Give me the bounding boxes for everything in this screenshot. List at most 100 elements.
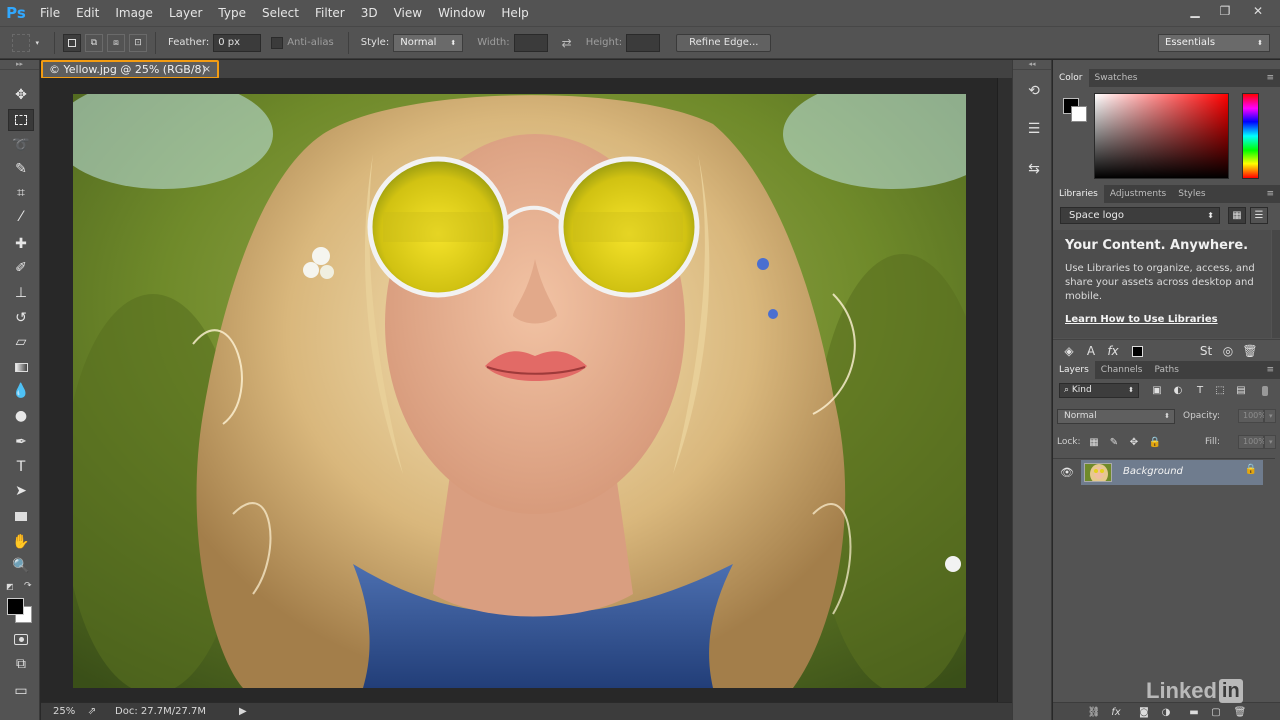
clone-stamp-tool-icon[interactable]: ⊥ xyxy=(8,282,34,304)
background-color-swatch[interactable] xyxy=(1071,106,1087,122)
artboard-icon[interactable]: ▭ xyxy=(8,680,34,702)
menu-file[interactable]: File xyxy=(32,0,68,26)
document-tab[interactable]: © Yellow.jpg @ 25% (RGB/8) × xyxy=(41,60,219,79)
intersect-selection-button[interactable]: ⊡ xyxy=(129,33,147,52)
fill-dropdown-icon[interactable]: ▾ xyxy=(1264,435,1276,449)
color-picker-field[interactable] xyxy=(1094,93,1229,179)
feather-input[interactable]: 0 px xyxy=(213,33,262,52)
pen-tool-icon[interactable]: ✒ xyxy=(8,431,34,453)
visibility-eye-icon[interactable]: 👁 xyxy=(1059,464,1075,480)
layer-selected[interactable]: Background 🔒 xyxy=(1081,460,1263,485)
grid-view-icon[interactable]: ▦ xyxy=(1228,207,1246,224)
default-colors-icon[interactable]: ◩ xyxy=(6,582,14,591)
opacity-input[interactable]: 100% xyxy=(1238,409,1266,423)
layer-style-icon[interactable]: fx xyxy=(1109,705,1123,719)
lock-transparent-icon[interactable]: ▦ xyxy=(1087,435,1101,449)
menu-3d[interactable]: 3D xyxy=(353,0,386,26)
list-view-icon[interactable]: ☰ xyxy=(1250,207,1268,224)
eyedropper-tool-icon[interactable]: ⁄ xyxy=(8,206,34,228)
opacity-dropdown-icon[interactable]: ▾ xyxy=(1264,409,1276,423)
swap-dimensions-icon[interactable]: ⇄ xyxy=(562,36,572,50)
new-selection-button[interactable] xyxy=(63,33,81,52)
lock-position-icon[interactable]: ✥ xyxy=(1127,435,1141,449)
learn-libraries-link[interactable]: Learn How to Use Libraries xyxy=(1065,314,1218,325)
antialias-checkbox[interactable] xyxy=(271,36,284,49)
dodge-tool-icon[interactable]: ● xyxy=(8,405,34,427)
foreground-color-swatch[interactable] xyxy=(7,598,24,615)
adjustment-filter-icon[interactable]: ◐ xyxy=(1171,383,1185,398)
new-layer-icon[interactable]: ▢ xyxy=(1209,705,1223,719)
panel-grip[interactable]: ◂◂ xyxy=(1013,60,1051,70)
filter-toggle-icon[interactable] xyxy=(1258,383,1272,398)
gradient-tool-icon[interactable] xyxy=(8,356,34,378)
add-mask-icon[interactable]: ◙ xyxy=(1137,705,1151,719)
brush-tool-icon[interactable]: ✐ xyxy=(8,257,34,279)
move-tool-icon[interactable]: ✥ xyxy=(8,84,34,106)
delete-layer-icon[interactable]: 🗑 xyxy=(1233,705,1247,719)
panel-menu-icon[interactable]: ≡ xyxy=(1266,361,1274,379)
tab-styles[interactable]: Styles xyxy=(1172,185,1211,203)
add-graphic-icon[interactable]: ◈ xyxy=(1061,343,1077,359)
menu-window[interactable]: Window xyxy=(430,0,493,26)
type-tool-icon[interactable]: T xyxy=(8,456,34,478)
hue-slider[interactable] xyxy=(1242,93,1259,179)
properties-panel-icon[interactable]: ☰ xyxy=(1023,118,1045,140)
tab-color[interactable]: Color xyxy=(1053,69,1089,87)
type-filter-icon[interactable]: T xyxy=(1193,383,1207,398)
menu-filter[interactable]: Filter xyxy=(307,0,353,26)
blend-mode-select[interactable]: Normal ⬍ xyxy=(1057,409,1175,424)
tab-libraries[interactable]: Libraries xyxy=(1053,185,1104,203)
pixel-filter-icon[interactable]: ▣ xyxy=(1150,383,1164,398)
tab-layers[interactable]: Layers xyxy=(1053,361,1095,379)
add-character-style-icon[interactable]: A xyxy=(1083,343,1099,359)
add-color-icon[interactable] xyxy=(1129,343,1145,359)
subtract-from-selection-button[interactable]: ⧈ xyxy=(107,33,125,52)
tab-paths[interactable]: Paths xyxy=(1148,361,1184,379)
share-icon[interactable]: ⇗ xyxy=(81,706,103,717)
tab-swatches[interactable]: Swatches xyxy=(1089,69,1144,87)
stock-icon[interactable]: St xyxy=(1198,343,1214,359)
menu-type[interactable]: Type xyxy=(210,0,254,26)
panel-grip[interactable]: ▸▸ xyxy=(0,60,39,70)
path-selection-tool-icon[interactable]: ➤ xyxy=(8,480,34,502)
blur-tool-icon[interactable]: 💧 xyxy=(8,380,34,402)
refine-edge-button[interactable]: Refine Edge... xyxy=(676,33,772,52)
height-input[interactable] xyxy=(626,33,661,52)
tab-adjustments[interactable]: Adjustments xyxy=(1104,185,1172,203)
fill-input[interactable]: 100% xyxy=(1238,435,1266,449)
zoom-level[interactable]: 25% xyxy=(41,706,81,717)
menu-view[interactable]: View xyxy=(386,0,430,26)
panel-menu-icon[interactable]: ≡ xyxy=(1266,185,1274,203)
new-group-icon[interactable]: ▬ xyxy=(1187,705,1201,719)
smart-object-filter-icon[interactable]: ▤ xyxy=(1234,383,1248,398)
canvas-image[interactable] xyxy=(73,94,966,688)
swap-colors-icon[interactable]: ↷ xyxy=(24,581,32,591)
marquee-tool-preset-picker[interactable]: ▾ xyxy=(12,33,39,52)
layer-row[interactable]: 👁 Background 🔒 xyxy=(1053,458,1275,485)
shape-filter-icon[interactable]: ⬚ xyxy=(1213,383,1227,398)
delete-icon[interactable]: 🗑 xyxy=(1242,343,1258,359)
close-tab-icon[interactable]: × xyxy=(203,64,211,75)
menu-layer[interactable]: Layer xyxy=(161,0,210,26)
add-to-selection-button[interactable]: ⧉ xyxy=(85,33,103,52)
screen-mode-icon[interactable]: ⧉ xyxy=(8,653,34,675)
sync-icon[interactable]: ◎ xyxy=(1220,343,1236,359)
menu-help[interactable]: Help xyxy=(493,0,536,26)
library-select[interactable]: Space logo ⬍ xyxy=(1060,207,1220,224)
crop-tool-icon[interactable]: ⌗ xyxy=(8,182,34,204)
status-menu-arrow-icon[interactable]: ▶ xyxy=(239,706,247,717)
width-input[interactable] xyxy=(513,33,548,52)
eraser-tool-icon[interactable]: ▱ xyxy=(8,331,34,353)
lock-image-icon[interactable]: ✎ xyxy=(1107,435,1121,449)
adjustments-panel-icon[interactable]: ⇆ xyxy=(1023,158,1045,180)
rectangle-tool-icon[interactable] xyxy=(8,505,34,527)
menu-select[interactable]: Select xyxy=(254,0,307,26)
layer-filter-select[interactable]: ⌕ Kind ⬍ xyxy=(1059,383,1139,398)
hand-tool-icon[interactable]: ✋ xyxy=(8,531,34,553)
tab-channels[interactable]: Channels xyxy=(1095,361,1149,379)
restore-button[interactable]: ❐ xyxy=(1212,2,1238,20)
libraries-scrollbar[interactable] xyxy=(1272,230,1280,338)
workspace-select[interactable]: Essentials ⬍ xyxy=(1158,34,1270,52)
rectangular-marquee-tool-icon[interactable] xyxy=(8,109,34,131)
vertical-scrollbar[interactable] xyxy=(997,78,1012,702)
